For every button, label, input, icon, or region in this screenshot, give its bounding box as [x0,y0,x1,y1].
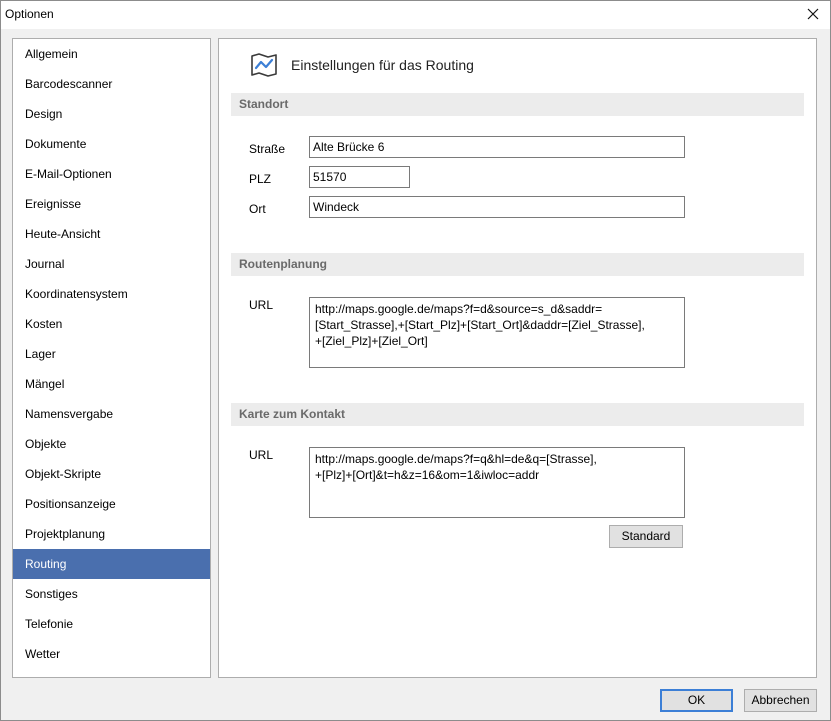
cancel-button[interactable]: Abbrechen [744,689,817,712]
map-url-textarea[interactable]: http://maps.google.de/maps?f=q&hl=de&q=[… [309,447,685,518]
strasse-label: Straße [249,142,286,156]
routing-url-label: URL [249,298,274,312]
sidebar-item-dokumente[interactable]: Dokumente [13,129,210,159]
sidebar-item-ereignisse[interactable]: Ereignisse [13,189,210,219]
standard-button[interactable]: Standard [609,525,683,548]
sidebar-item-routing[interactable]: Routing [13,549,210,579]
sidebar-item-barcodescanner[interactable]: Barcodescanner [13,69,210,99]
sidebar-item-design[interactable]: Design [13,99,210,129]
sidebar-item-koordinatensystem[interactable]: Koordinatensystem [13,279,210,309]
sidebar-item-allgemein[interactable]: Allgemein [13,39,210,69]
sidebar-item-lager[interactable]: Lager [13,339,210,369]
sidebar-item-wetter[interactable]: Wetter [13,639,210,669]
map-url-label: URL [249,448,274,462]
close-icon [807,8,819,20]
page-title: Einstellungen für das Routing [291,57,474,73]
ort-label: Ort [249,202,266,216]
ort-input[interactable]: Windeck [309,196,685,218]
sidebar-item-kosten[interactable]: Kosten [13,309,210,339]
routing-url-textarea[interactable]: http://maps.google.de/maps?f=d&source=s_… [309,297,685,368]
section-routenplanung: Routenplanung [231,253,804,276]
title-bar: Optionen [1,1,830,29]
window-title: Optionen [5,7,54,21]
sidebar-item-heute-ansicht[interactable]: Heute-Ansicht [13,219,210,249]
sidebar-item-email-optionen[interactable]: E-Mail-Optionen [13,159,210,189]
section-standort: Standort [231,93,804,116]
plz-input[interactable]: 51570 [309,166,410,188]
ok-button[interactable]: OK [660,689,733,712]
sidebar-item-positionsanzeige[interactable]: Positionsanzeige [13,489,210,519]
sidebar-item-objekt-skripte[interactable]: Objekt-Skripte [13,459,210,489]
route-map-icon [251,53,277,77]
sidebar-item-objekte[interactable]: Objekte [13,429,210,459]
sidebar-item-maengel[interactable]: Mängel [13,369,210,399]
category-list: Allgemein Barcodescanner Design Dokument… [12,38,211,678]
sidebar-item-telefonie[interactable]: Telefonie [13,609,210,639]
strasse-input[interactable]: Alte Brücke 6 [309,136,685,158]
sidebar-item-journal[interactable]: Journal [13,249,210,279]
close-button[interactable] [796,1,830,27]
section-karte-zum-kontakt: Karte zum Kontakt [231,403,804,426]
settings-panel: Einstellungen für das Routing Standort S… [218,38,817,678]
sidebar-item-sonstiges[interactable]: Sonstiges [13,579,210,609]
plz-label: PLZ [249,172,272,186]
sidebar-item-namensvergabe[interactable]: Namensvergabe [13,399,210,429]
options-dialog: Optionen Allgemein Barcodescanner Design… [0,0,831,721]
sidebar-item-projektplanung[interactable]: Projektplanung [13,519,210,549]
